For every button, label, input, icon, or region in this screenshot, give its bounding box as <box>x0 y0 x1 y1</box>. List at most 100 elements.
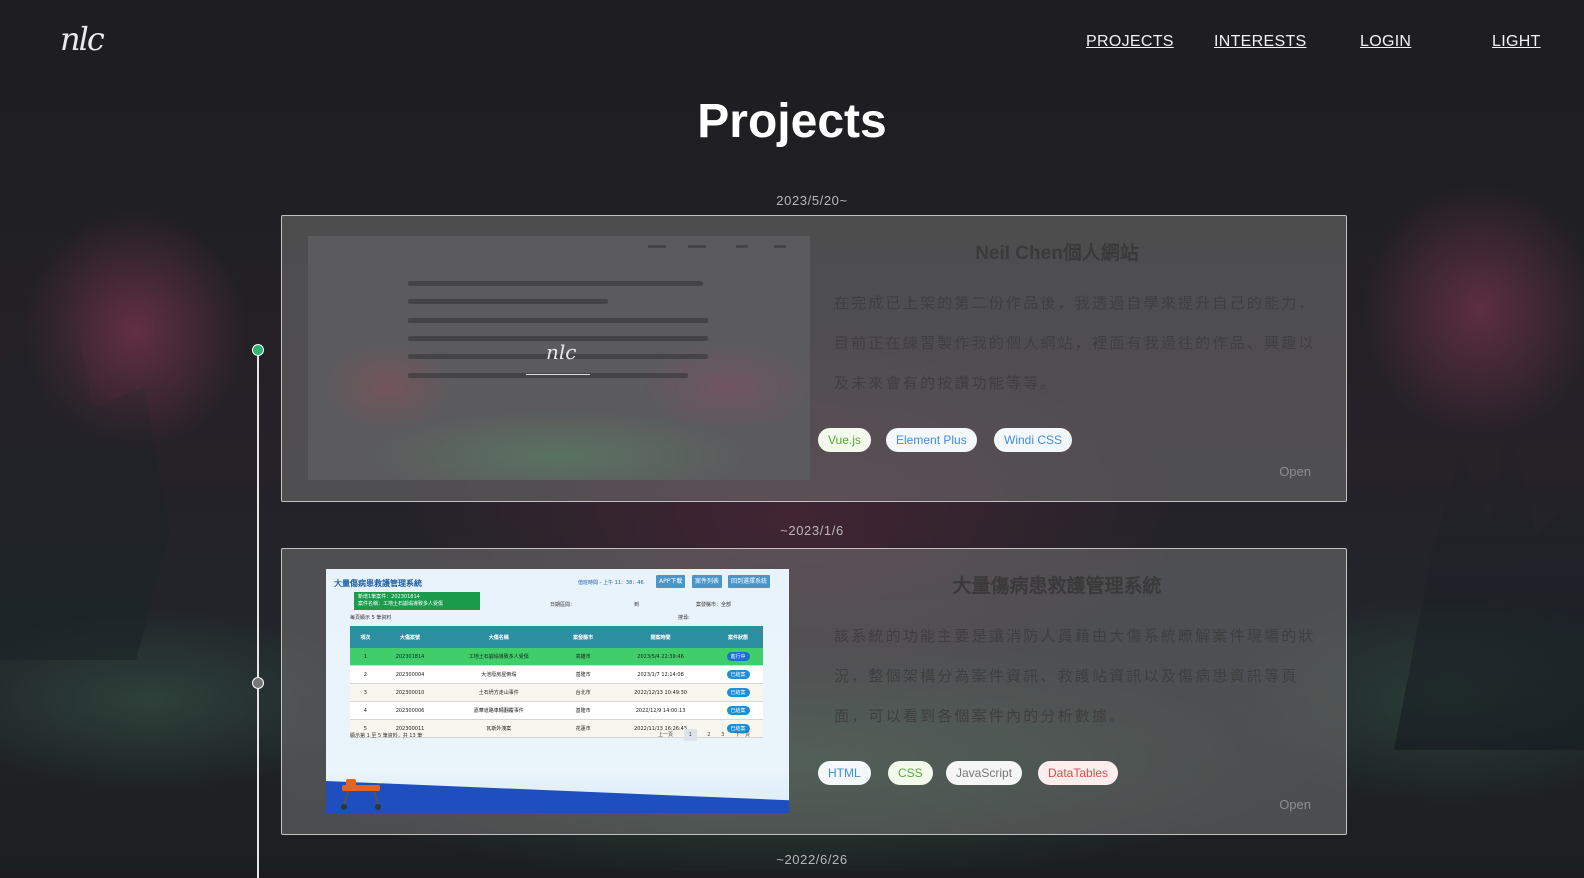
table-cell: 2023/1/7 12:14:08 <box>607 665 714 684</box>
tag-vue: Vue.js <box>818 428 871 452</box>
project-date: 2023/5/20~ <box>776 193 848 208</box>
thumbnail-footer-wave <box>326 781 789 813</box>
project-thumbnail[interactable]: nlc <box>308 236 810 480</box>
table-cell: 基隆市 <box>558 701 608 720</box>
table-cell: 台北市 <box>558 683 608 702</box>
thumbnail-text-line <box>408 281 703 286</box>
stretcher-icon <box>341 779 381 810</box>
table-cell: 大池廢房屋倒塌 <box>439 665 559 684</box>
table-cell: 嘉華道路車輛翻覆事件 <box>439 701 559 720</box>
background-tree-right <box>1394 420 1584 750</box>
table-cell: 202300006 <box>380 701 440 720</box>
project-date: ~2022/6/26 <box>776 852 848 867</box>
project-card: nlc Neil Chen個人網站 在完成已上架的第二份作品後，我透過自學來提升… <box>281 215 1347 502</box>
table-cell: 高雄市 <box>558 648 608 666</box>
table-header: 開案時間 <box>607 626 714 648</box>
tag-html: HTML <box>818 761 871 785</box>
thumbnail-underline <box>526 374 590 375</box>
table-header: 案發縣市 <box>558 626 608 648</box>
thumbnail-logo: nlc <box>546 340 577 364</box>
thumbnail-case-list-button: 案件列表 <box>692 575 723 588</box>
tag-windi-css: Windi CSS <box>994 428 1073 452</box>
table-row: 1 202301814 工地土石崩塌導致多人受傷 高雄市 2023/5/4 22… <box>350 648 763 666</box>
thumbnail-pager: 上一頁 1 2 3 下一頁 <box>658 729 759 741</box>
timeline-line <box>257 348 259 878</box>
thumbnail-date-filter-to: 到 <box>634 602 640 608</box>
thumbnail-search-label: 搜尋: <box>678 615 690 621</box>
thumbnail-nav-item <box>736 245 748 248</box>
thumbnail-page-size: 每頁顯示 5 筆資料 <box>350 615 392 621</box>
pager-prev: 上一頁 <box>658 732 674 738</box>
table-header: 案件狀態 <box>713 626 763 648</box>
table-cell: 4 <box>350 701 381 720</box>
thumbnail-nav-item <box>688 245 706 248</box>
thumbnail-new-case-box: 新增1筆案件：202301814 案件名稱：工地土石崩塌導致多人受傷 <box>354 592 480 610</box>
thumbnail-nav-item <box>774 245 786 248</box>
pager-page: 3 <box>721 732 725 738</box>
table-row: 3 202300010 土石坍方走山事件 台北市 2022/12/13 10:4… <box>350 683 763 702</box>
project-date: ~2023/1/6 <box>780 523 844 538</box>
table-cell: 已結案 <box>713 701 763 720</box>
thumbnail-text-line <box>408 299 608 304</box>
thumbnail-back-button: 回到選擇系統 <box>728 575 771 588</box>
project-description: 該系統的功能主要是讓消防人員藉由大傷系統瞭解案件現場的狀況，整個架構分為案件資訊… <box>834 627 1316 725</box>
nav-link-interests[interactable]: INTERESTS <box>1214 33 1307 51</box>
project-description: 在完成已上架的第二份作品後，我透過自學來提升自己的能力，目前正在練習製作我的個人… <box>834 294 1316 392</box>
top-navigation: nlc PROJECTS INTERESTS LOGIN LIGHT <box>0 0 1584 88</box>
thumbnail-app-download-button: APP下載 <box>656 575 686 588</box>
table-header: 大傷名稱 <box>439 626 559 648</box>
table-cell: 已結案 <box>713 665 763 684</box>
thumbnail-table-footer: 顯示第 1 至 5 筆資料，共 13 筆 <box>350 733 423 739</box>
table-cell: 花蓮市 <box>558 719 608 738</box>
open-project-link[interactable]: Open <box>1279 464 1311 479</box>
pager-page: 1 <box>683 729 697 741</box>
table-cell: 2 <box>350 665 381 684</box>
table-header: 項次 <box>350 626 381 648</box>
thumbnail-system-title: 大量傷病患救護管理系統 <box>334 579 422 588</box>
status-badge: 進行中 <box>726 652 750 661</box>
project-card: 大量傷病患救護管理系統 新增1筆案件：202301814 案件名稱：工地土石崩塌… <box>281 548 1347 835</box>
nav-link-light-theme[interactable]: LIGHT <box>1492 33 1541 51</box>
thumbnail-nav-item <box>648 245 666 248</box>
pager-next: 下一頁 <box>734 732 750 738</box>
table-cell: 1 <box>350 648 381 666</box>
thumbnail-text-line <box>408 318 708 323</box>
tag-css: CSS <box>888 761 933 785</box>
site-logo[interactable]: nlc <box>60 20 105 58</box>
thumbnail-city-filter: 案發縣市：全部 <box>696 602 732 608</box>
table-cell: 工地土石崩塌導致多人受傷 <box>439 648 559 666</box>
project-thumbnail[interactable]: 大量傷病患救護管理系統 新增1筆案件：202301814 案件名稱：工地土石崩塌… <box>326 569 789 813</box>
table-row: 4 202300006 嘉華道路車輛翻覆事件 基隆市 2022/12/9 14:… <box>350 701 763 720</box>
nav-link-projects[interactable]: PROJECTS <box>1086 33 1174 51</box>
table-cell: 基隆市 <box>558 665 608 684</box>
tag-javascript: JavaScript <box>946 761 1023 785</box>
table-cell: 已結案 <box>713 683 763 702</box>
open-project-link[interactable]: Open <box>1279 797 1311 812</box>
page-title: Projects <box>697 95 887 148</box>
timeline-dot <box>252 677 264 689</box>
project-title: Neil Chen個人網站 <box>975 243 1139 264</box>
table-cell: 進行中 <box>713 648 763 666</box>
project-title: 大量傷病患救護管理系統 <box>952 576 1162 597</box>
table-row: 2 202300004 大池廢房屋倒塌 基隆市 2023/1/7 12:14:0… <box>350 665 763 684</box>
status-badge: 已結案 <box>726 688 750 697</box>
thumbnail-case-name: 案件名稱：工地土石崩塌導致多人受傷 <box>358 601 444 607</box>
status-badge: 已結案 <box>726 706 750 715</box>
thumbnail-new-case: 新增1筆案件：202301814 <box>358 594 420 600</box>
tag-datatables: DataTables <box>1038 761 1119 785</box>
table-cell: 瓦斯外洩案 <box>439 719 559 738</box>
thumbnail-date-filter-label: 日期區間： <box>550 602 576 608</box>
background-tree-left <box>0 282 170 660</box>
timeline-dot-active <box>252 344 264 356</box>
table-cell: 2023/5/4 22:39:46 <box>607 648 714 666</box>
pager-page: 2 <box>707 732 711 738</box>
table-cell: 202301814 <box>380 648 440 666</box>
thumbnail-case-table: 項次 大傷案號 大傷名稱 案發縣市 開案時間 案件狀態 1 202301814 … <box>350 626 763 738</box>
table-header: 大傷案號 <box>380 626 440 648</box>
status-badge: 已結案 <box>726 670 750 679</box>
table-cell: 3 <box>350 683 381 702</box>
table-cell: 2022/12/13 10:49:30 <box>607 683 714 702</box>
nav-link-login[interactable]: LOGIN <box>1360 33 1411 51</box>
table-cell: 202300010 <box>380 683 440 702</box>
tag-element-plus: Element Plus <box>886 428 977 452</box>
